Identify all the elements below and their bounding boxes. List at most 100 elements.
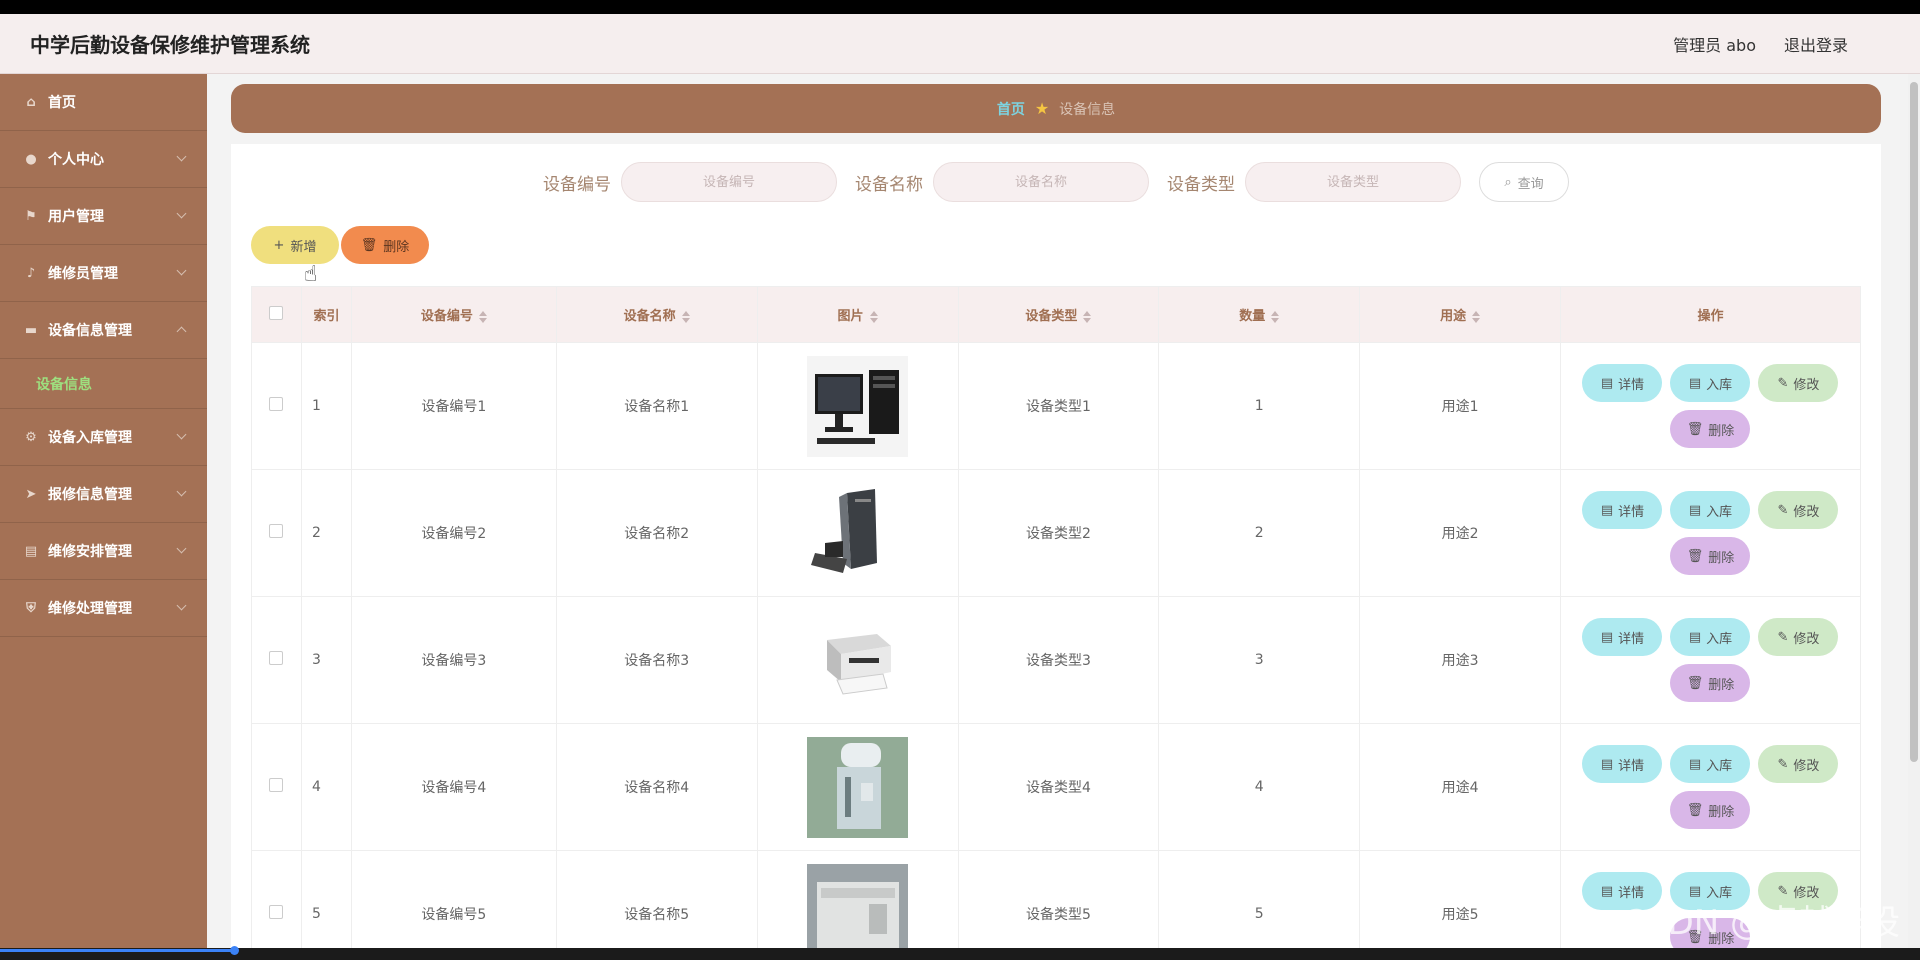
add-button-label: 新增 — [290, 239, 317, 255]
row-checkbox[interactable] — [269, 397, 284, 411]
chevron-down-icon — [176, 600, 187, 611]
sort-icon[interactable] — [869, 310, 878, 323]
batch-delete-label: 删除 — [383, 239, 410, 255]
device-qty-cell: 5 — [1158, 850, 1361, 960]
edit-button[interactable]: ✎ 修改 — [1758, 364, 1839, 402]
table-row: 3 设备编号3 设备名称3 设备类型3 3 用途3 ▤ 详情 ▤ 入库 ✎ 修改… — [251, 596, 1862, 724]
device-type-cell: 设备类型3 — [957, 596, 1160, 724]
sidebar-item-personal-center[interactable]: ● 个人中心 — [0, 131, 207, 188]
device-image-machine — [807, 863, 909, 960]
detail-button[interactable]: ▤ 详情 — [1582, 745, 1663, 783]
column-header[interactable]: 设备类型 — [957, 286, 1160, 343]
device-code-cell: 设备编号5 — [350, 850, 557, 960]
row-checkbox[interactable] — [269, 524, 284, 538]
device-use-cell: 用途3 — [1359, 596, 1561, 724]
stock-in-button[interactable]: ▤ 入库 — [1670, 491, 1751, 529]
sidebar-subitem-device-info[interactable]: 设备信息 — [0, 359, 207, 409]
delete-button[interactable]: 🗑 删除 — [1670, 537, 1751, 575]
sidebar-item-repairman-management[interactable]: ♪ 维修员管理 — [0, 245, 207, 302]
row-checkbox[interactable] — [269, 778, 284, 792]
search-bar: 设备编号 设备名称 设备类型 ⌕ 查询 — [231, 162, 1881, 202]
sidebar-item-label: 个人中心 — [48, 152, 104, 168]
select-all-cell[interactable] — [251, 286, 302, 343]
trash-icon: 🗑 — [1686, 421, 1704, 437]
batch-delete-button[interactable]: 🗑 删除 — [341, 226, 429, 264]
row-actions: ▤ 详情 ▤ 入库 ✎ 修改 🗑 删除 — [1580, 364, 1840, 448]
row-checkbox[interactable] — [269, 651, 284, 665]
device-name-cell: 设备名称1 — [555, 342, 758, 470]
sidebar-item-repair-report-management[interactable]: ➤ 报修信息管理 — [0, 466, 207, 523]
scrollbar-thumb[interactable] — [1910, 82, 1918, 762]
row-select-cell[interactable] — [251, 469, 302, 597]
video-progress-bar[interactable] — [0, 949, 235, 952]
action-bar: + 新增 🗑 删除 — [251, 226, 429, 264]
sidebar-item-label: 报修信息管理 — [48, 487, 132, 503]
video-progress-knob[interactable] — [230, 946, 239, 955]
stock-in-button[interactable]: ▤ 入库 — [1670, 618, 1751, 656]
row-select-cell[interactable] — [251, 596, 302, 724]
admin-label: 管理员 abo — [1673, 35, 1756, 55]
chevron-down-icon — [176, 543, 187, 554]
sort-icon[interactable] — [1271, 310, 1280, 323]
row-actions-cell: ▤ 详情 ▤ 入库 ✎ 修改 🗑 删除 — [1559, 342, 1862, 470]
detail-button[interactable]: ▤ 详情 — [1582, 618, 1663, 656]
device-name-cell: 设备名称5 — [555, 850, 758, 960]
delete-button[interactable]: 🗑 删除 — [1670, 410, 1751, 448]
device-name-cell: 设备名称3 — [555, 596, 758, 724]
column-header[interactable]: 设备名称 — [555, 286, 758, 343]
row-actions: ▤ 详情 ▤ 入库 ✎ 修改 🗑 删除 — [1580, 618, 1840, 702]
row-select-cell[interactable] — [251, 723, 302, 851]
card-icon: ▬ — [24, 322, 38, 338]
logout-link[interactable]: 退出登录 — [1784, 32, 1848, 56]
doc-icon: ▤ — [1600, 375, 1614, 391]
sort-icon[interactable] — [1083, 310, 1092, 323]
chevron-down-icon — [176, 208, 187, 219]
chevron-down-icon — [176, 265, 187, 276]
detail-button[interactable]: ▤ 详情 — [1582, 491, 1663, 529]
sort-icon[interactable] — [681, 310, 690, 323]
select-all-checkbox[interactable] — [269, 305, 284, 320]
stock-in-button[interactable]: ▤ 入库 — [1670, 745, 1751, 783]
edit-button[interactable]: ✎ 修改 — [1758, 745, 1839, 783]
pencil-icon: ✎ — [1777, 375, 1789, 391]
row-index: 3 — [300, 596, 352, 724]
device-type-input[interactable] — [1245, 162, 1461, 202]
sidebar-item-home[interactable]: ⌂ 首页 — [0, 74, 207, 131]
device-code-input[interactable] — [621, 162, 837, 202]
add-button[interactable]: + 新增 — [251, 226, 339, 264]
sort-icon[interactable] — [478, 310, 487, 323]
delete-button[interactable]: 🗑 删除 — [1670, 664, 1751, 702]
breadcrumb-home[interactable]: 首页 — [997, 99, 1025, 119]
column-header[interactable]: 图片 — [756, 286, 959, 343]
detail-button[interactable]: ▤ 详情 — [1582, 364, 1663, 402]
sort-icon[interactable] — [1472, 310, 1481, 323]
stock-in-button[interactable]: ▤ 入库 — [1670, 364, 1751, 402]
delete-button[interactable]: 🗑 删除 — [1670, 791, 1751, 829]
sidebar-item-repair-process-management[interactable]: ⛨ 维修处理管理 — [0, 580, 207, 637]
query-button[interactable]: ⌕ 查询 — [1479, 162, 1569, 202]
device-code-cell: 设备编号4 — [350, 723, 557, 851]
device-image-desktop-pc — [807, 482, 909, 584]
column-header[interactable]: 用途 — [1359, 286, 1561, 343]
edit-button[interactable]: ✎ 修改 — [1758, 618, 1839, 656]
edit-button[interactable]: ✎ 修改 — [1758, 491, 1839, 529]
sidebar-item-repair-schedule-management[interactable]: ▤ 维修安排管理 — [0, 523, 207, 580]
search-label-name: 设备名称 — [855, 174, 923, 195]
pencil-icon: ✎ — [1777, 629, 1789, 645]
row-select-cell[interactable] — [251, 850, 302, 960]
sidebar-item-device-stock-management[interactable]: ⚙ 设备入库管理 — [0, 409, 207, 466]
sidebar-item-device-info-management[interactable]: ▬ 设备信息管理 — [0, 302, 207, 359]
row-actions-cell: ▤ 详情 ▤ 入库 ✎ 修改 🗑 删除 — [1559, 596, 1862, 724]
table-row: 4 设备编号4 设备名称4 设备类型4 4 用途4 ▤ 详情 ▤ 入库 ✎ 修改… — [251, 723, 1862, 851]
page-scrollbar[interactable] — [1908, 74, 1920, 948]
table-header-row: 索引 设备编号 设备名称 图片 设备类型 数量 用途 操作 — [251, 286, 1862, 343]
sidebar-item-user-management[interactable]: ⚑ 用户管理 — [0, 188, 207, 245]
home-icon: ⌂ — [26, 94, 36, 110]
row-checkbox[interactable] — [269, 905, 284, 919]
sidebar-item-label: 用户管理 — [48, 209, 104, 225]
sidebar-item-label: 维修员管理 — [48, 266, 118, 282]
column-header[interactable]: 设备编号 — [350, 286, 557, 343]
column-header[interactable]: 数量 — [1158, 286, 1361, 343]
row-select-cell[interactable] — [251, 342, 302, 470]
device-name-input[interactable] — [933, 162, 1149, 202]
